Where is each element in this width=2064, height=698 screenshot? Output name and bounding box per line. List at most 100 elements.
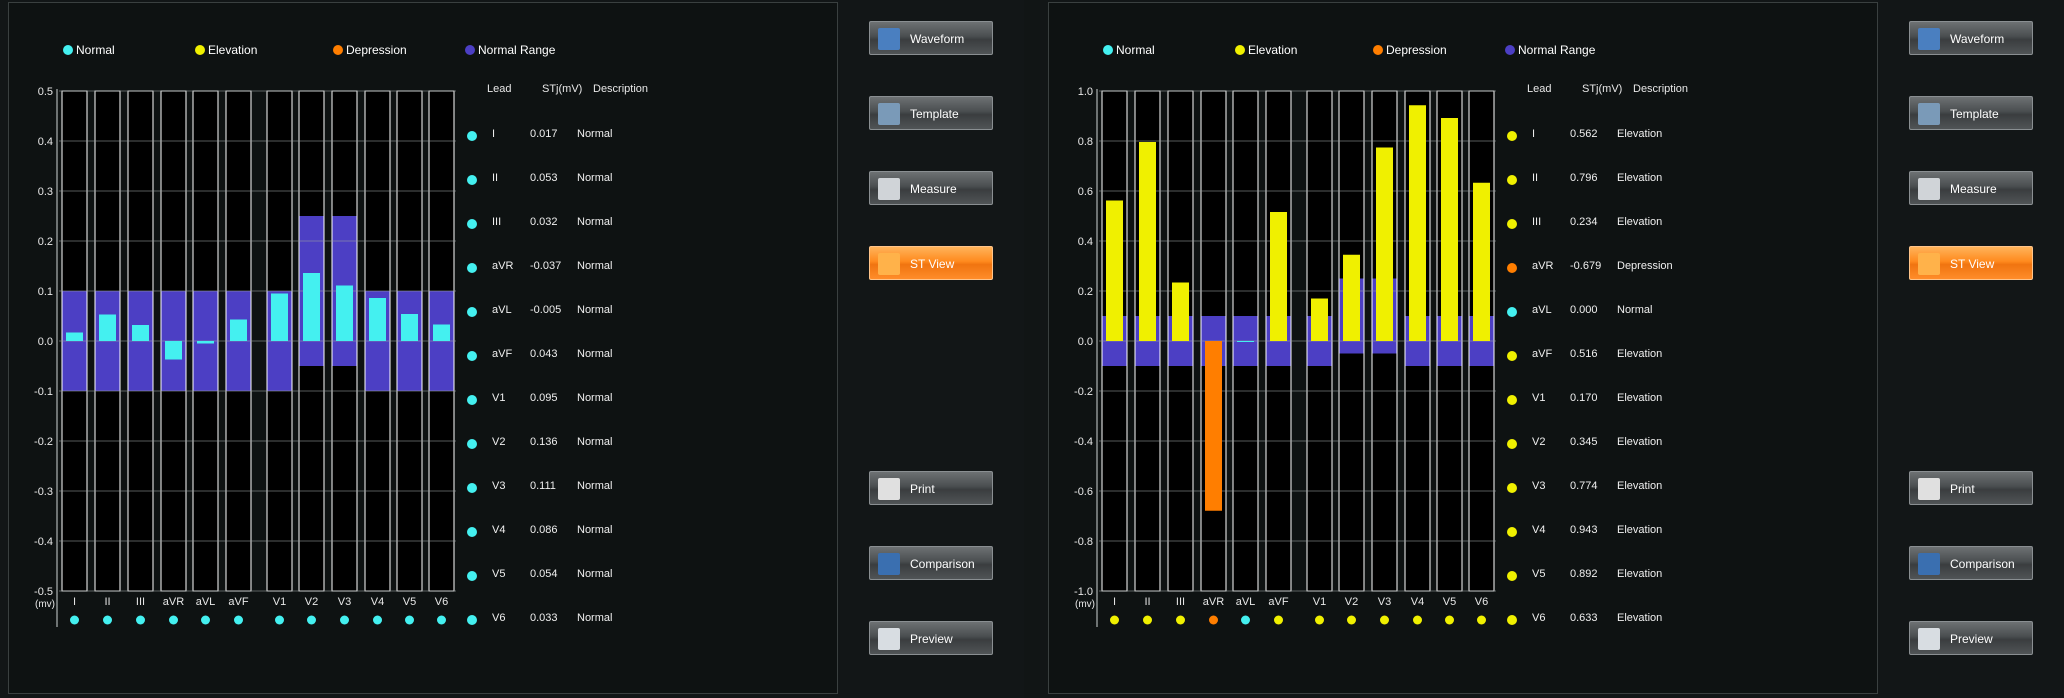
x-category-label: V5 bbox=[403, 596, 416, 608]
row-stj-value: 0.033 bbox=[530, 612, 558, 624]
printer-icon bbox=[1918, 478, 1940, 500]
table-header-stj: STj(mV) bbox=[542, 83, 583, 95]
lead-status-dot-icon bbox=[467, 571, 477, 581]
st-view-button[interactable]: ST View bbox=[869, 246, 993, 280]
row-description: Elevation bbox=[1617, 480, 1663, 492]
preview-icon bbox=[878, 628, 900, 650]
x-category-label: V4 bbox=[1411, 596, 1424, 608]
st-table-row: III 0.032 Normal bbox=[9, 216, 709, 232]
row-description: Elevation bbox=[1617, 216, 1663, 228]
measure-icon bbox=[878, 178, 900, 200]
st-table-row: aVR -0.037 Normal bbox=[9, 260, 709, 276]
row-lead: V6 bbox=[1532, 612, 1546, 624]
row-stj-value: 0.136 bbox=[530, 436, 558, 448]
row-lead: V4 bbox=[492, 524, 506, 536]
row-stj-value: 0.000 bbox=[1570, 304, 1598, 316]
row-description: Normal bbox=[577, 392, 613, 404]
st-value-bar bbox=[66, 332, 83, 341]
waveform-button[interactable]: Waveform bbox=[869, 21, 993, 55]
lead-status-dot-icon bbox=[467, 439, 477, 449]
print-button[interactable]: Print bbox=[1909, 471, 2033, 505]
x-category-label: III bbox=[1176, 596, 1185, 608]
button-label: Preview bbox=[910, 632, 953, 646]
row-description: Normal bbox=[577, 216, 613, 228]
row-lead: V1 bbox=[1532, 392, 1546, 404]
row-description: Normal bbox=[577, 524, 613, 536]
row-description: Elevation bbox=[1617, 612, 1663, 624]
y-tick-label: 0.5 bbox=[38, 86, 53, 98]
table-header-desc: Description bbox=[1633, 83, 1689, 95]
row-stj-value: -0.005 bbox=[530, 304, 562, 316]
preview-button[interactable]: Preview bbox=[869, 621, 993, 655]
comparison-button[interactable]: Comparison bbox=[1909, 546, 2033, 580]
row-stj-value: 0.111 bbox=[530, 480, 556, 492]
row-lead: aVF bbox=[492, 348, 513, 360]
row-lead: aVF bbox=[1532, 348, 1553, 360]
row-lead: aVR bbox=[1532, 260, 1554, 272]
row-lead: V2 bbox=[1532, 436, 1546, 448]
measure-icon bbox=[1918, 178, 1940, 200]
row-stj-value: 0.032 bbox=[530, 216, 558, 228]
print-button[interactable]: Print bbox=[869, 471, 993, 505]
row-lead: V1 bbox=[492, 392, 506, 404]
row-stj-value: 0.043 bbox=[530, 348, 558, 360]
st-table-row: V2 0.345 Elevation bbox=[1049, 436, 1749, 452]
table-header-lead: Lead bbox=[487, 83, 512, 95]
table-header-stj: STj(mV) bbox=[1582, 83, 1623, 95]
row-description: Normal bbox=[577, 480, 613, 492]
row-description: Normal bbox=[577, 436, 613, 448]
template-button[interactable]: Template bbox=[1909, 96, 2033, 130]
row-stj-value: 0.516 bbox=[1570, 348, 1598, 360]
row-stj-value: 0.774 bbox=[1570, 480, 1598, 492]
st-value-bar bbox=[1237, 341, 1254, 342]
waveform-button[interactable]: Waveform bbox=[1909, 21, 2033, 55]
row-lead: III bbox=[492, 216, 502, 228]
st-table-row: aVL -0.005 Normal bbox=[9, 304, 709, 320]
row-stj-value: 0.053 bbox=[530, 172, 558, 184]
row-description: Normal bbox=[577, 304, 613, 316]
x-category-label: aVR bbox=[163, 596, 184, 608]
x-category-label: V6 bbox=[1475, 596, 1488, 608]
st-view-screen-left: Normal Elevation Depression Normal Range 0.5… bbox=[0, 0, 1024, 698]
row-stj-value: 0.234 bbox=[1570, 216, 1598, 228]
st-table-row: V5 0.054 Normal bbox=[9, 568, 709, 584]
st-table-row: II 0.053 Normal bbox=[9, 172, 709, 188]
row-stj-value: 0.345 bbox=[1570, 436, 1598, 448]
row-lead: II bbox=[1532, 172, 1539, 184]
measure-button[interactable]: Measure bbox=[1909, 171, 2033, 205]
row-description: Elevation bbox=[1617, 172, 1663, 184]
row-lead: II bbox=[492, 172, 499, 184]
comparison-button[interactable]: Comparison bbox=[869, 546, 993, 580]
st-value-bar bbox=[197, 341, 214, 344]
st-view-button[interactable]: ST View bbox=[1909, 246, 2033, 280]
row-stj-value: 0.086 bbox=[530, 524, 558, 536]
preview-button[interactable]: Preview bbox=[1909, 621, 2033, 655]
row-stj-value: 0.943 bbox=[1570, 524, 1598, 536]
st-chart-panel: Normal Elevation Depression Normal Range 0.5… bbox=[8, 2, 838, 694]
row-stj-value: 0.095 bbox=[530, 392, 558, 404]
measure-button[interactable]: Measure bbox=[869, 171, 993, 205]
x-category-label: V6 bbox=[435, 596, 448, 608]
st-table-row: aVF 0.516 Elevation bbox=[1049, 348, 1749, 364]
st-table-row: V5 0.892 Elevation bbox=[1049, 568, 1749, 584]
y-tick-label: 0.0 bbox=[1078, 336, 1093, 348]
row-stj-value: 0.892 bbox=[1570, 568, 1598, 580]
st-bar-chart: 0.50.40.30.20.10.0-0.1-0.2-0.3-0.4-0.5(m… bbox=[34, 86, 456, 627]
row-description: Normal bbox=[577, 172, 613, 184]
template-button[interactable]: Template bbox=[869, 96, 993, 130]
row-description: Depression bbox=[1617, 260, 1673, 272]
button-label: Measure bbox=[1950, 182, 1997, 196]
button-label: ST View bbox=[1950, 257, 1995, 271]
row-description: Elevation bbox=[1617, 348, 1663, 360]
x-category-label: I bbox=[73, 596, 76, 608]
st-value-bar bbox=[433, 324, 450, 341]
row-description: Elevation bbox=[1617, 436, 1663, 448]
x-category-label: aVF bbox=[1268, 596, 1288, 608]
st-table-row: aVL 0.000 Normal bbox=[1049, 304, 1749, 320]
comparison-icon bbox=[1918, 553, 1940, 575]
row-stj-value: 0.017 bbox=[530, 128, 558, 140]
st-view-icon bbox=[1918, 253, 1940, 275]
row-description: Normal bbox=[577, 568, 613, 580]
lead-status-dot-icon bbox=[1507, 307, 1517, 317]
row-description: Normal bbox=[577, 612, 613, 624]
